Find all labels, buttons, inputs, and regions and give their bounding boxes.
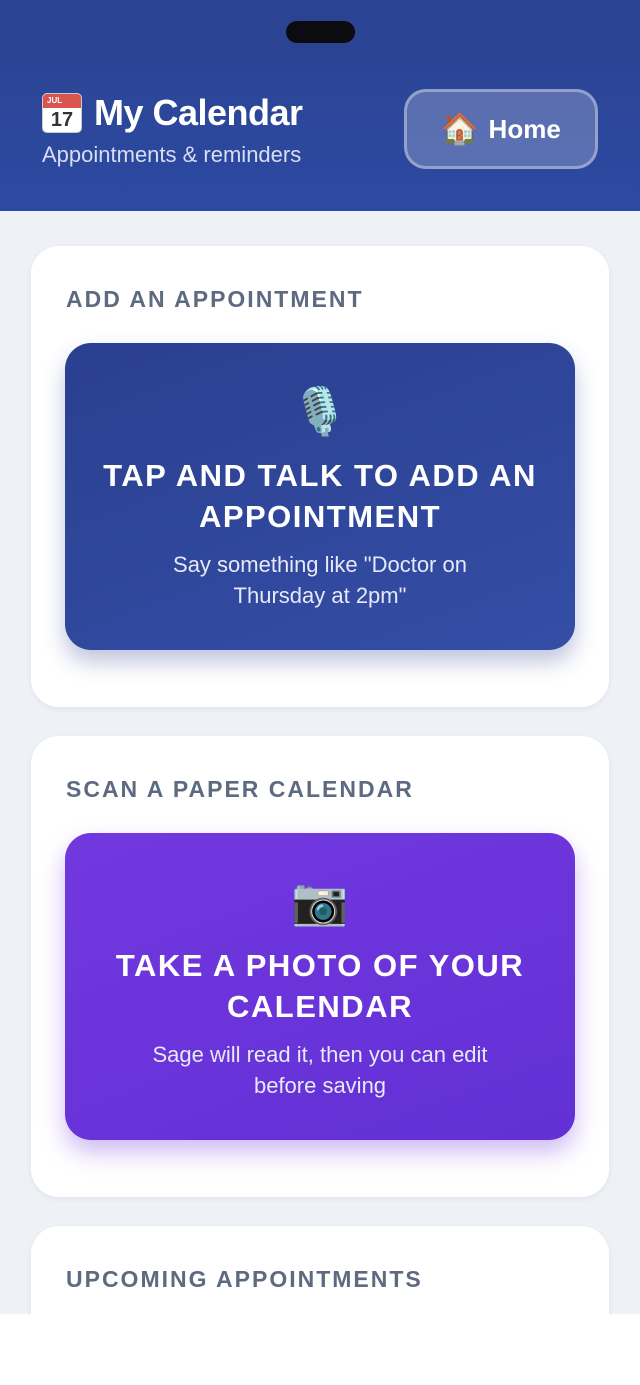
upcoming-appointments-card: UPCOMING APPOINTMENTS <box>31 1226 609 1314</box>
camera-notch <box>286 21 355 43</box>
photo-scan-subtitle: Sage will read it, then you can edit bef… <box>152 1042 488 1098</box>
photo-scan-button[interactable]: 📷 TAKE A PHOTO OF YOUR CALENDAR Sage wil… <box>65 833 575 1140</box>
section-label-scan: SCAN A PAPER CALENDAR <box>66 776 414 802</box>
voice-add-button[interactable]: 🎙️ TAP AND TALK TO ADD AN APPOINTMENT Sa… <box>65 343 575 650</box>
microphone-icon: 🎙️ <box>291 385 349 437</box>
app-header: JUL 17 My Calendar Appointments & remind… <box>0 66 640 211</box>
section-label-add: ADD AN APPOINTMENT <box>66 286 364 312</box>
scan-calendar-card: SCAN A PAPER CALENDAR 📷 TAKE A PHOTO OF … <box>31 736 609 1197</box>
page-title: My Calendar <box>94 92 303 133</box>
voice-add-subtitle: Say something like "Doctor on Thursday a… <box>173 552 467 608</box>
section-label-upcoming: UPCOMING APPOINTMENTS <box>66 1266 423 1292</box>
home-button[interactable]: 🏠 Home <box>404 89 598 169</box>
photo-scan-title: TAKE A PHOTO OF YOUR CALENDAR <box>115 948 525 1024</box>
voice-add-title: TAP AND TALK TO ADD AN APPOINTMENT <box>103 458 537 534</box>
calendar-icon: JUL 17 <box>42 93 82 133</box>
app-screen: JUL 17 My Calendar Appointments & remind… <box>0 0 640 1314</box>
page-subtitle: Appointments & reminders <box>42 142 302 167</box>
add-appointment-card: ADD AN APPOINTMENT 🎙️ TAP AND TALK TO AD… <box>31 246 609 707</box>
status-bar <box>0 0 640 66</box>
camera-icon: 📷 <box>291 875 349 927</box>
home-button-label: Home <box>488 113 561 144</box>
home-icon: 🏠 <box>441 112 479 146</box>
title-row: JUL 17 My Calendar <box>42 92 303 134</box>
